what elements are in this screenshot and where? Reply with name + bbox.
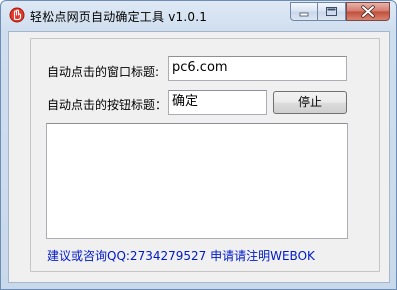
maximize-icon xyxy=(326,7,337,16)
minimize-button[interactable] xyxy=(290,2,318,21)
window-title: 轻松点网页自动确定工具 v1.0.1 xyxy=(30,10,208,24)
close-button[interactable] xyxy=(346,2,390,21)
window-title-input[interactable]: pc6.com xyxy=(168,56,347,81)
window-title-label: 自动点击的窗口标题: xyxy=(47,65,160,79)
close-icon xyxy=(361,5,375,18)
contact-info-text: 建议或咨询QQ:2734279527 申请请注明WEBOK xyxy=(47,249,315,263)
log-textarea[interactable] xyxy=(46,123,348,239)
minimize-icon xyxy=(299,12,309,17)
button-title-input[interactable]: 确定 xyxy=(168,90,267,115)
title-bar[interactable]: 轻松点网页自动确定工具 v1.0.1 xyxy=(1,1,396,31)
stop-button[interactable]: 停止 xyxy=(273,91,347,114)
button-title-label: 自动点击的按钮标题： xyxy=(47,98,168,112)
app-logo-icon xyxy=(9,7,25,23)
maximize-button[interactable] xyxy=(318,2,346,21)
